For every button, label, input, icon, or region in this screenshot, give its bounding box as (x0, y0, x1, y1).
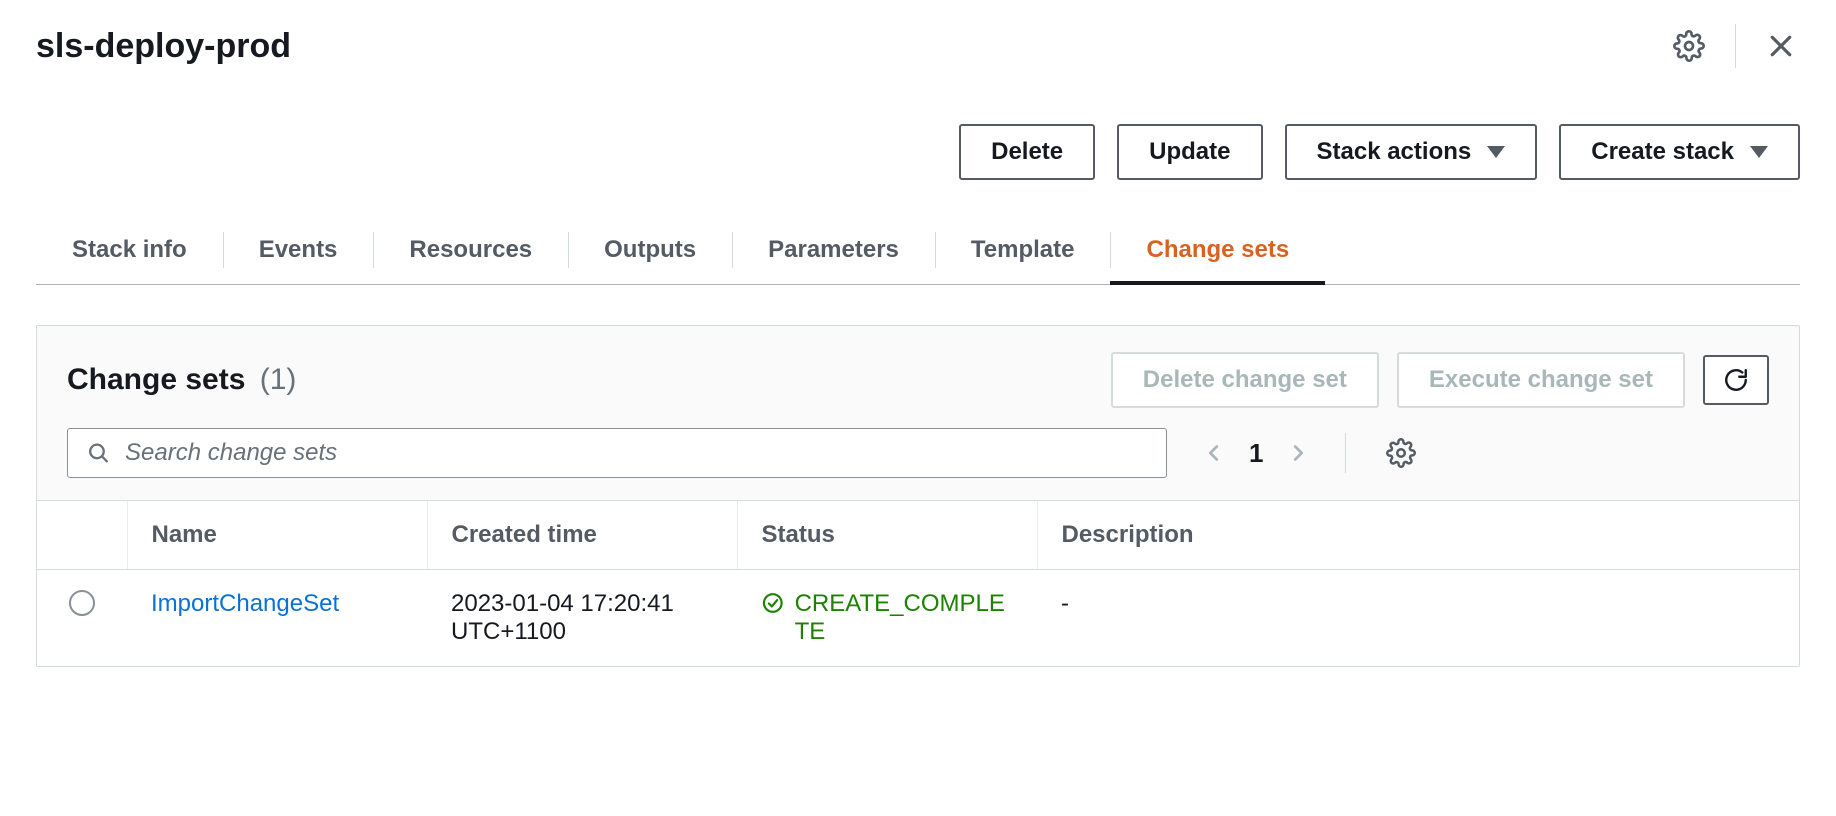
change-sets-table: Name Created time Status Description Imp… (37, 500, 1799, 666)
panel-title-text: Change sets (67, 363, 245, 396)
divider (1735, 24, 1736, 68)
col-created-header[interactable]: Created time (427, 501, 737, 570)
tab-outputs[interactable]: Outputs (568, 228, 732, 284)
col-status-header[interactable]: Status (737, 501, 1037, 570)
gear-icon (1386, 438, 1416, 468)
execute-cs-label: Execute change set (1429, 366, 1653, 394)
prev-page[interactable] (1203, 439, 1225, 467)
refresh-icon (1723, 367, 1749, 393)
tab-parameters[interactable]: Parameters (732, 228, 935, 284)
settings-button[interactable] (1669, 26, 1709, 66)
caret-down-icon (1750, 146, 1768, 158)
col-description-header[interactable]: Description (1037, 501, 1799, 570)
panel-count: (1) (260, 363, 297, 396)
change-sets-panel: Change sets (1) Delete change set Execut… (36, 325, 1800, 667)
tab-label: Outputs (604, 236, 696, 263)
delete-cs-label: Delete change set (1143, 366, 1347, 394)
tab-label: Change sets (1146, 236, 1289, 263)
check-circle-icon (761, 590, 785, 616)
search-icon (86, 440, 111, 466)
tab-label: Events (259, 236, 338, 263)
tab-stack-info[interactable]: Stack info (36, 228, 223, 284)
chevron-left-icon (1203, 439, 1225, 467)
stack-title: sls-deploy-prod (36, 27, 291, 66)
tab-change-sets[interactable]: Change sets (1110, 228, 1325, 284)
col-name-header[interactable]: Name (127, 501, 427, 570)
panel-title: Change sets (1) (67, 363, 296, 397)
update-label: Update (1149, 138, 1230, 166)
execute-change-set-button[interactable]: Execute change set (1397, 352, 1685, 408)
change-set-name-link[interactable]: ImportChangeSet (151, 590, 339, 617)
page-number: 1 (1249, 438, 1263, 469)
tab-template[interactable]: Template (935, 228, 1111, 284)
search-input[interactable] (125, 439, 1148, 467)
delete-label: Delete (991, 138, 1063, 166)
create-stack-label: Create stack (1591, 138, 1734, 166)
divider (1345, 433, 1346, 473)
delete-stack-button[interactable]: Delete (959, 124, 1095, 180)
delete-change-set-button[interactable]: Delete change set (1111, 352, 1379, 408)
close-icon (1766, 31, 1796, 61)
col-select (37, 501, 127, 570)
created-time: 2023-01-04 17:20:41 UTC+1100 (427, 570, 737, 667)
table-settings-button[interactable] (1382, 434, 1420, 472)
tab-resources[interactable]: Resources (373, 228, 568, 284)
tab-label: Stack info (72, 236, 187, 263)
stack-actions-dropdown[interactable]: Stack actions (1285, 124, 1538, 180)
tab-label: Resources (409, 236, 532, 263)
close-button[interactable] (1762, 27, 1800, 65)
gear-icon (1673, 30, 1705, 62)
refresh-button[interactable] (1703, 355, 1769, 405)
chevron-right-icon (1287, 439, 1309, 467)
stack-actions-label: Stack actions (1317, 138, 1472, 166)
search-box[interactable] (67, 428, 1167, 478)
tab-events[interactable]: Events (223, 228, 374, 284)
tab-label: Template (971, 236, 1075, 263)
update-stack-button[interactable]: Update (1117, 124, 1262, 180)
tab-label: Parameters (768, 236, 899, 263)
status-badge: CREATE_COMPLETE (761, 590, 1013, 646)
description-cell: - (1037, 570, 1799, 667)
row-select-radio[interactable] (69, 590, 95, 616)
table-row[interactable]: ImportChangeSet 2023-01-04 17:20:41 UTC+… (37, 570, 1799, 667)
tabs: Stack info Events Resources Outputs Para… (36, 228, 1800, 285)
next-page[interactable] (1287, 439, 1309, 467)
create-stack-dropdown[interactable]: Create stack (1559, 124, 1800, 180)
paginator: 1 (1203, 438, 1309, 469)
caret-down-icon (1487, 146, 1505, 158)
status-text: CREATE_COMPLETE (795, 590, 1013, 646)
